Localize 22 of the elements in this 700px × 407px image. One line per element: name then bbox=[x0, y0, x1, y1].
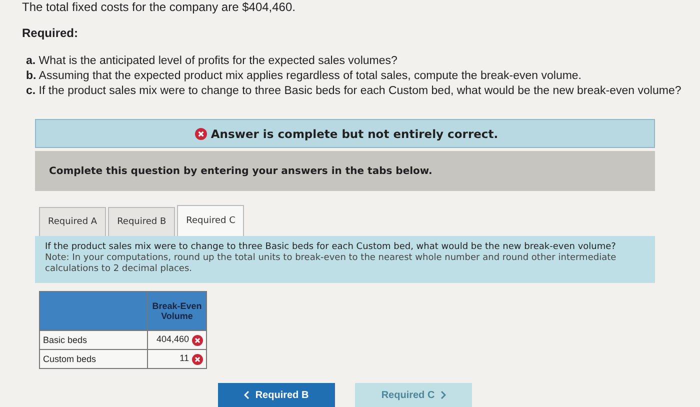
status-text: Answer is complete but not entirely correct. bbox=[210, 126, 498, 140]
answer-cell[interactable]: 11 bbox=[148, 350, 206, 368]
column-header: Break-Even Volume bbox=[148, 292, 206, 330]
answer-cell[interactable]: 404,460 bbox=[148, 330, 206, 350]
requirement-text: b. Assuming that the expected product mix applies regardless of total sales, compute the break-even volume. bbox=[26, 69, 583, 84]
requirement-text: a. What is the anticipated level of profits for the expected sales volumes? bbox=[26, 54, 398, 69]
chevron-right-icon bbox=[440, 391, 446, 399]
instruction-text: Complete this question by entering your answers in the tabs below. bbox=[49, 166, 432, 176]
tab[interactable]: Required B bbox=[108, 207, 176, 236]
row-label: Basic beds bbox=[40, 330, 148, 350]
answer-value: 404,460 bbox=[156, 334, 189, 344]
required-heading: Required: bbox=[22, 26, 80, 40]
answer-value: 11 bbox=[180, 353, 189, 364]
tab[interactable]: Required C bbox=[177, 205, 244, 236]
chevron-left-icon bbox=[244, 391, 250, 399]
note-text: Note: In your computations, round up the total units to break-even to the nearest whole number and round other intermediate calculations to 2 decimal places. bbox=[45, 253, 618, 275]
tab[interactable]: Required A bbox=[39, 207, 106, 236]
requirement-text: c. If the product sales mix were to change to three Basic beds for each Custom bed, what would be the new break-even volume? bbox=[26, 84, 682, 99]
intro-text: The total fixed costs for the company are $404,460. bbox=[22, 1, 296, 14]
question-text: If the product sales mix were to change to three Basic beds for each Custom bed, what would be the new break-even volume? bbox=[45, 242, 617, 253]
nav-button[interactable]: Required B bbox=[218, 383, 335, 407]
row-label: Custom beds bbox=[40, 350, 148, 368]
